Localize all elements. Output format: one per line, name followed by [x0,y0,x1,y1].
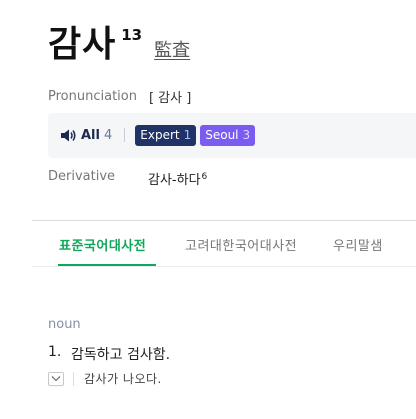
seoul-badge-label: Seoul [205,127,239,142]
sense-item: 1. 감독하고 검사함. [48,344,170,364]
derivative-value: 감사-하다 [148,173,201,188]
sense-number: 1. [48,344,62,360]
dictionary-tabs: 표준국어대사전 고려대한국어대사전 우리말샘 [32,220,416,267]
audio-panel: All 4 Expert 1 Seoul 3 [48,113,416,158]
expert-badge-label: Expert [140,127,180,142]
example-sentence: 감사가 나오다. [84,372,162,386]
active-tab-indicator [58,264,156,266]
divider [124,128,126,142]
homonym-number: 13 [121,26,143,44]
expand-examples-button[interactable] [48,371,64,386]
headword: 감사 [48,24,117,65]
entry-header: 감사 13 監査 [48,22,190,68]
seoul-badge[interactable]: Seoul 3 [200,124,256,146]
derivative-link[interactable]: 감사-하다6 [148,169,207,188]
speaker-icon[interactable] [60,128,77,143]
tab-urimalsaem[interactable]: 우리말샘 [333,235,383,254]
chevron-down-icon [51,376,61,382]
derivative-sup: 6 [201,171,208,182]
pronunciation-row: Pronunciation [ 감사 ] [48,87,191,106]
hanja-link[interactable]: 監査 [154,36,190,62]
expert-badge[interactable]: Expert 1 [135,124,197,146]
pronunciation-label: Pronunciation [48,89,137,104]
derivative-label: Derivative [48,169,116,184]
example-row: 감사가 나오다. [48,370,162,387]
example-divider [73,371,74,386]
tab-korea-univ-dictionary[interactable]: 고려대한국어대사전 [185,235,297,254]
sense-definition: 감독하고 검사함. [71,347,171,363]
audio-all-button[interactable]: All [81,128,100,143]
tab-standard-dictionary[interactable]: 표준국어대사전 [59,235,146,254]
audio-all-count: 4 [103,127,113,143]
part-of-speech: noun [48,317,81,332]
expert-badge-count: 1 [183,127,192,142]
pronunciation-value: [ 감사 ] [148,91,192,106]
derivative-row: Derivative 감사-하다6 [48,169,207,188]
seoul-badge-count: 3 [242,127,251,142]
